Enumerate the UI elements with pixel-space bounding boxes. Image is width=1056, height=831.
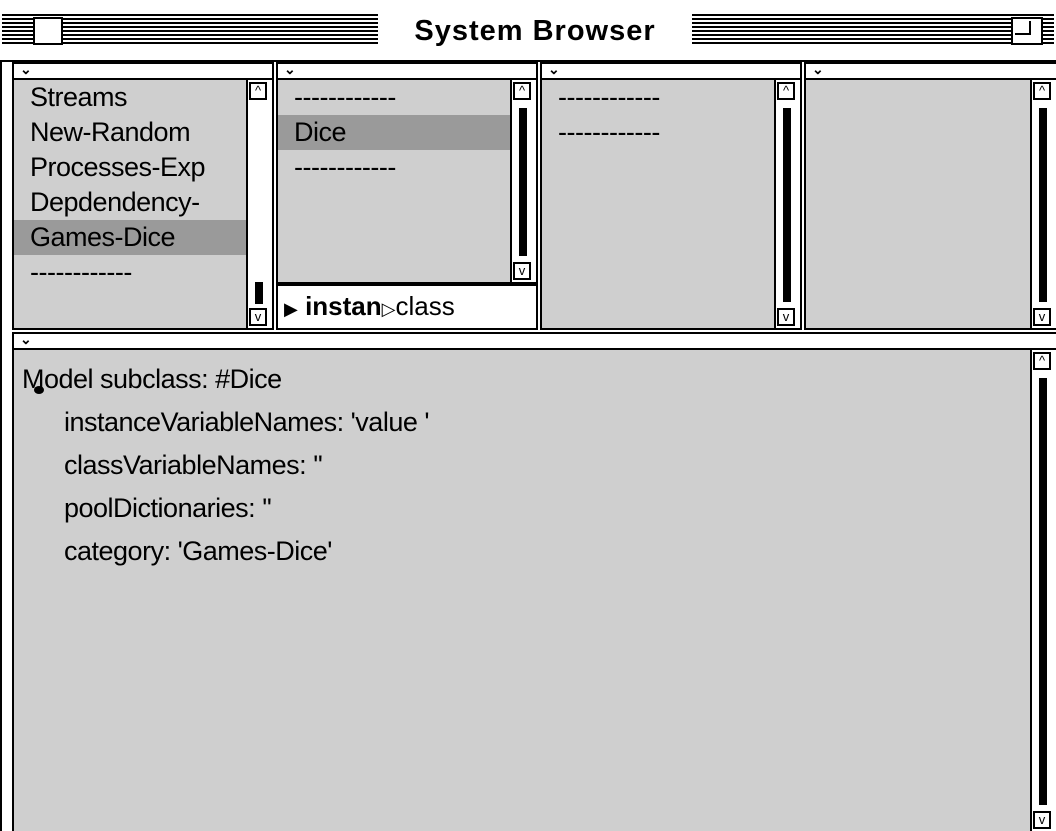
code-line: Model subclass: #Dice bbox=[22, 364, 282, 394]
categories-pane: Streams New-Random Processes-Exp Depdend… bbox=[12, 80, 274, 330]
classes-pane-menu[interactable]: ⌄ bbox=[276, 62, 538, 80]
chevron-down-icon[interactable]: ⌄ bbox=[812, 61, 824, 77]
protocols-pane-menu[interactable]: ⌄ bbox=[540, 62, 802, 80]
categories-list[interactable]: Streams New-Random Processes-Exp Depdend… bbox=[14, 80, 246, 328]
selected-triangle-icon: ▶ bbox=[284, 299, 298, 319]
list-item[interactable]: ------------ bbox=[542, 115, 774, 150]
arrow-up-icon[interactable]: ^ bbox=[1033, 352, 1051, 370]
title-bar-stripes-right bbox=[692, 14, 1054, 46]
code-pane-menu[interactable]: ⌄ bbox=[12, 332, 1056, 350]
instance-button[interactable]: instan bbox=[305, 291, 382, 321]
code-editor[interactable]: Model subclass: #Dice instanceVariableNa… bbox=[22, 358, 430, 573]
chevron-down-icon[interactable]: ⌄ bbox=[284, 61, 296, 77]
arrow-down-icon[interactable]: v bbox=[513, 262, 531, 280]
chevron-down-icon[interactable]: ⌄ bbox=[20, 331, 32, 347]
methods-pane: ^ v bbox=[804, 80, 1056, 330]
scroll-thumb[interactable] bbox=[1039, 108, 1047, 302]
scroll-thumb[interactable] bbox=[1039, 378, 1047, 805]
close-box-icon[interactable] bbox=[33, 17, 63, 45]
list-item[interactable]: New-Random bbox=[14, 115, 246, 150]
code-line: category: 'Games-Dice' bbox=[22, 536, 332, 566]
instance-class-switch: ▶ instan▷class bbox=[276, 284, 538, 330]
zoom-box-icon[interactable] bbox=[1011, 17, 1043, 45]
arrow-down-icon[interactable]: v bbox=[249, 308, 267, 326]
arrow-up-icon[interactable]: ^ bbox=[249, 82, 267, 100]
unselected-triangle-icon: ▷ bbox=[381, 299, 396, 319]
scroll-thumb[interactable] bbox=[783, 108, 791, 302]
protocols-list[interactable]: ------------ ------------ bbox=[542, 80, 774, 328]
window-left-border bbox=[0, 62, 12, 831]
classes-pane: ------------ Dice ------------ ^ v bbox=[276, 80, 538, 284]
list-item[interactable]: Streams bbox=[14, 80, 246, 115]
arrow-up-icon[interactable]: ^ bbox=[513, 82, 531, 100]
window-title: System Browser bbox=[378, 11, 692, 51]
classes-list[interactable]: ------------ Dice ------------ bbox=[278, 80, 510, 282]
arrow-down-icon[interactable]: v bbox=[777, 308, 795, 326]
chevron-down-icon[interactable]: ⌄ bbox=[548, 61, 560, 77]
code-line: instanceVariableNames: 'value ' bbox=[22, 407, 430, 437]
text-caret-icon bbox=[34, 386, 44, 394]
chevron-down-icon[interactable]: ⌄ bbox=[20, 61, 32, 77]
methods-pane-menu[interactable]: ⌄ bbox=[804, 62, 1056, 80]
protocols-scrollbar[interactable]: ^ v bbox=[774, 80, 800, 328]
list-item[interactable]: ------------ bbox=[542, 80, 774, 115]
methods-scrollbar[interactable]: ^ v bbox=[1030, 80, 1056, 328]
list-item[interactable]: Depdendency- bbox=[14, 185, 246, 220]
list-item[interactable]: ------------ bbox=[14, 255, 246, 290]
list-item[interactable]: Processes-Exp bbox=[14, 150, 246, 185]
arrow-down-icon[interactable]: v bbox=[1033, 811, 1051, 829]
scroll-thumb[interactable] bbox=[519, 108, 527, 256]
list-item-selected[interactable]: Dice bbox=[278, 115, 510, 150]
code-pane[interactable]: Model subclass: #Dice instanceVariableNa… bbox=[12, 350, 1056, 831]
code-scrollbar[interactable]: ^ v bbox=[1030, 350, 1056, 831]
arrow-up-icon[interactable]: ^ bbox=[777, 82, 795, 100]
window-title-bar[interactable]: System Browser bbox=[0, 0, 1056, 62]
class-button[interactable]: class bbox=[396, 291, 455, 321]
methods-list[interactable] bbox=[806, 80, 1030, 328]
categories-pane-menu[interactable]: ⌄ bbox=[12, 62, 274, 80]
protocols-pane: ------------ ------------ ^ v bbox=[540, 80, 802, 330]
list-item-selected[interactable]: Games-Dice bbox=[14, 220, 246, 255]
code-line: poolDictionaries: '' bbox=[22, 493, 272, 523]
arrow-up-icon[interactable]: ^ bbox=[1033, 82, 1051, 100]
list-item[interactable]: ------------ bbox=[278, 150, 510, 185]
classes-scrollbar[interactable]: ^ v bbox=[510, 80, 536, 282]
categories-scrollbar[interactable]: ^ v bbox=[246, 80, 272, 328]
arrow-down-icon[interactable]: v bbox=[1033, 308, 1051, 326]
code-line: classVariableNames: '' bbox=[22, 450, 323, 480]
list-item[interactable]: ------------ bbox=[278, 80, 510, 115]
scroll-thumb[interactable] bbox=[255, 282, 263, 304]
